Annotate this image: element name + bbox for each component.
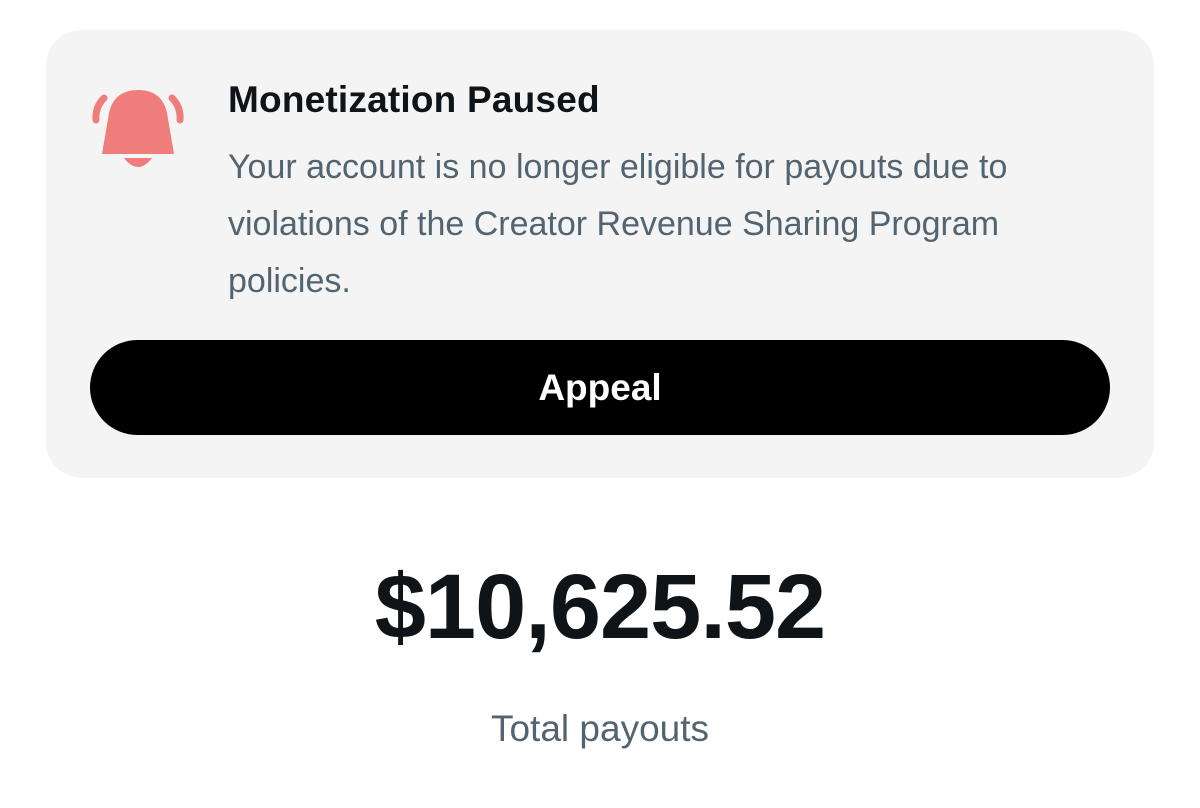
alert-title: Monetization Paused	[228, 79, 600, 120]
appeal-button[interactable]: Appeal	[90, 340, 1110, 435]
monetization-page: Monetization Paused Your account is no l…	[0, 0, 1200, 808]
alert-message: Your account is no longer eligible for p…	[228, 148, 1008, 300]
bell-ringing-icon	[92, 90, 184, 167]
total-payout-amount: $10,625.52	[374, 556, 826, 658]
total-payout-label: Total payouts	[490, 708, 710, 749]
